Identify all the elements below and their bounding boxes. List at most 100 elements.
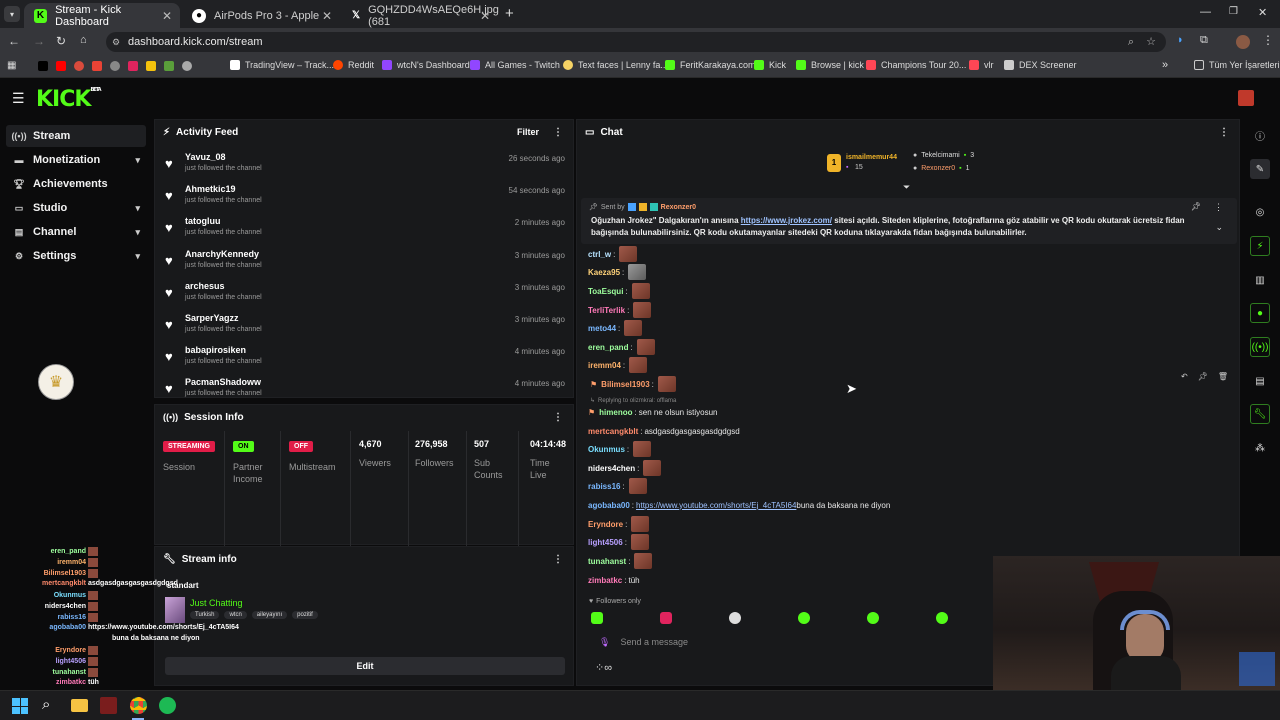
browser-tab-kick[interactable]: K Stream - Kick Dashboard ✕ [24,3,180,28]
tag[interactable]: pozitif [292,611,318,619]
browser-tab-apple[interactable]: ● AirPods Pro 3 - Apple ✕ [182,3,340,28]
url-field[interactable]: ⚙ dashboard.kick.com/stream ⌕ ☆ [106,32,1166,52]
list-item[interactable]: ♥ Ahmetkic19 just followed the channel 54 s… [165,184,565,214]
delete-icon[interactable]: 🗑︎ [1218,372,1228,381]
chat-message[interactable]: TerliTerlik: [588,302,652,318]
chat-message[interactable]: ⚑ Bilimsel1903: [590,376,676,392]
bookmark-feritkarakaya[interactable]: FeritKarakaya.com [665,60,756,70]
all-bookmarks[interactable]: Tüm Yer İşaretleri [1194,60,1280,70]
sidebar-item-studio[interactable]: ▭ Studio ▾ [6,197,146,219]
edit-icon[interactable]: ✎ [1250,159,1270,179]
chevron-down-icon[interactable]: ⌄ [1215,222,1223,233]
chat-message[interactable]: ctrl_w: [588,246,638,262]
close-tab-icon[interactable]: ✕ [322,9,332,23]
chat-input[interactable]: 🎙︎ Send a message [589,631,989,653]
extension-icon[interactable]: ◗ [1177,34,1184,46]
extensions-puzzle-icon[interactable]: ⧉ [1200,34,1208,47]
chat-username[interactable]: Bilimsel1903 [601,380,649,389]
bookmark-kick[interactable]: Kick [754,60,786,70]
chat-message[interactable]: mertcangkblt: asdgasdgasgasgasdgdgsd [588,423,740,439]
chat-username[interactable]: TerliTerlik [588,306,625,315]
pin-icon[interactable]: 📌︎ [1198,372,1208,381]
unpin-icon[interactable]: 📌︎ [1191,202,1201,211]
apps-grid-icon[interactable]: ▦ [7,60,16,71]
chat-message[interactable]: tunahanst: [588,553,653,569]
chat-message[interactable]: Kaeza95: [588,264,647,280]
chat-username[interactable]: mertcangkblt [588,427,638,436]
chat-message[interactable]: Okunmus: [588,441,652,457]
search-icon[interactable]: ⌕ [42,696,50,713]
reply-icon[interactable]: ↶ [1181,372,1188,381]
chat-message[interactable]: light4506: [588,534,649,550]
close-tab-icon[interactable]: ✕ [162,9,172,23]
chat-username[interactable]: Okunmus [588,445,625,454]
globe-icon[interactable] [110,61,120,71]
hamburger-menu-icon[interactable]: ☰ [12,90,25,107]
chat-username[interactable]: himenoo [599,408,632,417]
site-icon[interactable] [74,61,84,71]
bookmark-browse-kick[interactable]: Browse | kick [796,60,864,70]
close-window-icon[interactable]: ✕ [1258,6,1267,19]
emote-icon[interactable] [729,612,741,624]
more-options-icon[interactable]: ⋮ [553,412,563,423]
sidebar-item-achievements[interactable]: 🏆︎ Achievements [6,173,146,195]
reload-icon[interactable]: ↻ [56,34,66,48]
multistream-badge[interactable]: OFF [289,441,313,452]
bookmark-champions-tour[interactable]: Champions Tour 20... [866,60,966,70]
info-icon[interactable]: ⓘ [1250,125,1270,145]
x-icon[interactable] [38,61,48,71]
site-icon[interactable] [164,61,174,71]
chat-message[interactable]: zimbatkc: tüh [588,572,640,588]
emote-icon[interactable] [867,612,879,624]
emote-icon[interactable] [591,612,603,624]
home-icon[interactable]: ⌂ [80,34,87,46]
lightning-icon[interactable]: ⚡︎ [1250,236,1270,256]
chat-username[interactable]: zimbatkc [588,576,622,585]
emote-icon[interactable] [660,612,672,624]
windows-start-icon[interactable] [12,698,28,714]
yahoo-icon[interactable] [128,61,138,71]
tab-search-icon[interactable]: ▾ [4,6,20,22]
list-item[interactable]: ♥ SarperYagzz just followed the channel 3 m… [165,313,565,343]
chat-message[interactable]: agobaba00: https://www.youtube.com/shorts… [588,497,890,513]
chat-username[interactable]: eren_pand [588,343,628,352]
partner-income-badge[interactable]: ON [233,441,254,452]
chat-message[interactable]: rabiss16: [588,478,647,494]
filter-button[interactable]: Filter [517,127,539,137]
chat-bubble-icon[interactable]: ● [1250,303,1270,323]
user-avatar[interactable] [1238,90,1254,106]
close-tab-icon[interactable]: ✕ [480,9,490,23]
new-tab-button[interactable]: + [505,5,514,22]
bookmark-vlr[interactable]: vlr [969,60,994,70]
target-icon[interactable]: ◎ [1250,202,1270,222]
chat-message[interactable]: Eryndore: [588,516,650,532]
forward-icon[interactable]: → [33,34,45,48]
sidebar-item-stream[interactable]: ((•)) Stream [6,125,146,147]
list-item[interactable]: ♥ Yavuz_08 just followed the channel 26 sec… [165,152,565,182]
wrench-icon[interactable]: 🔧︎ [1250,404,1270,424]
chat-message[interactable]: niders4chen: [588,460,662,476]
bookmark-reddit[interactable]: Reddit [333,60,374,70]
back-icon[interactable]: ← [8,34,20,48]
emote-icon[interactable] [936,612,948,624]
list-item[interactable]: ♥ babapirosiken just followed the channel 4… [165,345,565,375]
more-options-icon[interactable]: ⋮ [553,127,563,138]
chat-username[interactable]: tunahanst [588,557,626,566]
collapse-gifters-icon[interactable]: ⏷ [903,182,910,193]
broadcast-icon[interactable]: ((•)) [1250,337,1270,357]
chat-username[interactable]: ctrl_w [588,250,611,259]
share-icon[interactable]: ⁂ [1250,438,1270,458]
chat-link[interactable]: https://www.youtube.com/shorts/Ej_4cTA5I… [636,501,796,510]
more-options-icon[interactable]: ⋮ [1219,127,1229,138]
bookmark-tradingview[interactable]: TradingView – Track... [230,60,334,70]
clipboard-icon[interactable]: ▥ [1250,270,1270,290]
spotify-icon[interactable] [159,697,176,714]
chat-username[interactable]: iremm04 [588,361,621,370]
file-explorer-icon[interactable] [71,699,88,712]
chat-username[interactable]: meto44 [588,324,616,333]
chat-username[interactable]: Eryndore [588,520,623,529]
list-item[interactable]: ♥ AnarchyKennedy just followed the channel… [165,249,565,279]
chat-message[interactable]: iremm04: [588,357,648,373]
pinned-link[interactable]: https://www.jrokez.com/ [741,216,832,225]
bookmark-all-games[interactable]: All Games - Twitch [470,60,560,70]
